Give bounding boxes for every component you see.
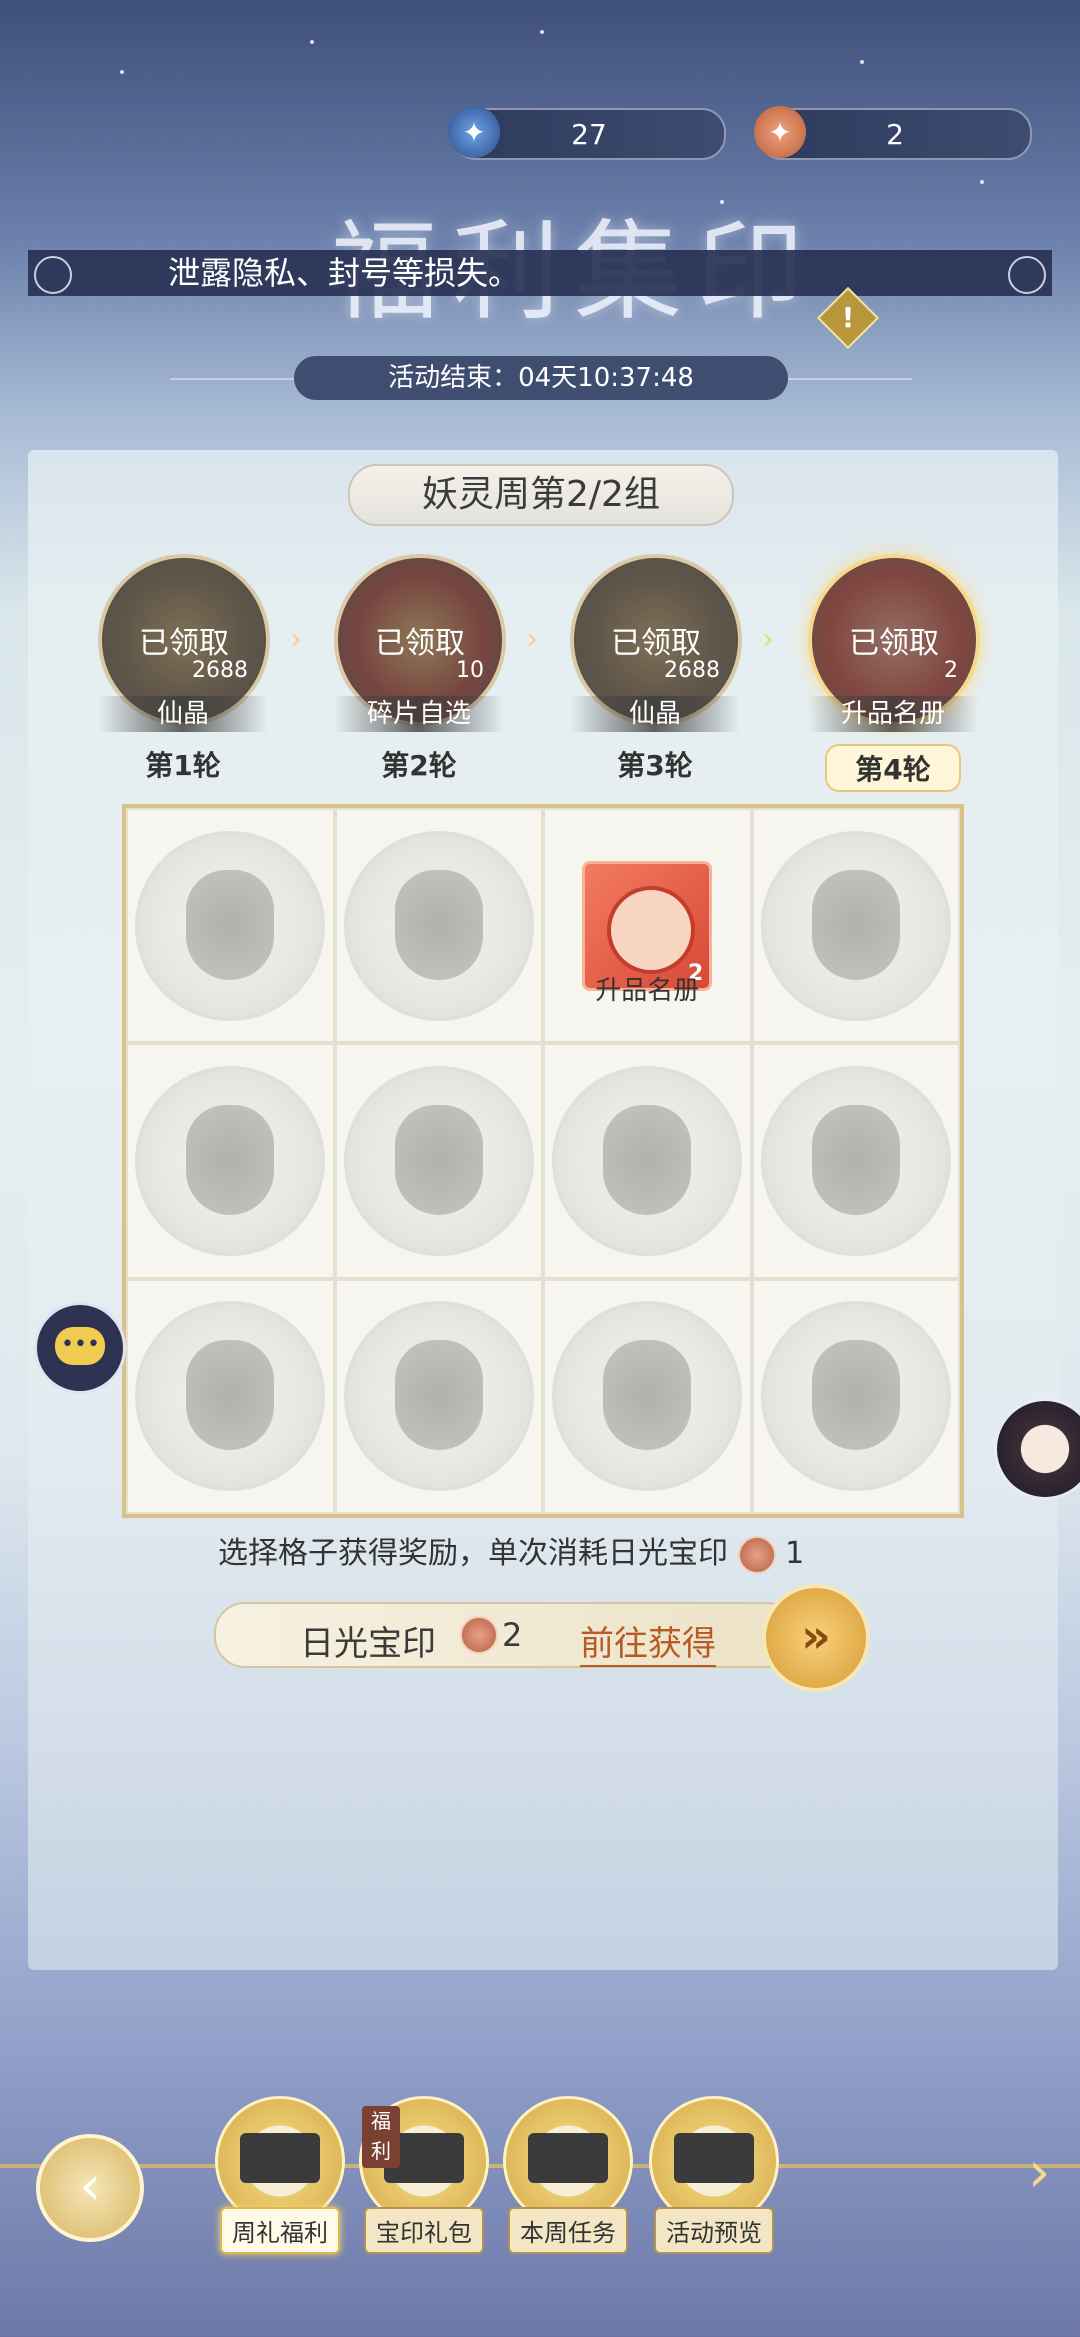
seal-count: 2 <box>502 1616 523 1654</box>
grid-cell[interactable] <box>334 1278 543 1514</box>
orange-currency-count: 2 <box>886 117 904 151</box>
grid-cell[interactable] <box>126 1278 335 1514</box>
grid-cell[interactable] <box>751 808 960 1044</box>
grid-cell[interactable] <box>126 1043 335 1279</box>
reward-name: 碎片自选 <box>334 696 504 732</box>
claimed-label: 已领取 <box>849 626 939 661</box>
background-star <box>310 40 314 44</box>
tab-label: 宝印礼包 <box>364 2207 484 2254</box>
tab-event-preview[interactable]: 活动预览 <box>648 2096 780 2254</box>
info-warning-button[interactable]: ! <box>816 286 880 350</box>
round-4[interactable]: 已领取 2 升品名册 第4轮 <box>808 554 980 792</box>
tab-label: 本周任务 <box>508 2207 628 2254</box>
claimed-label: 已领取 <box>139 626 229 661</box>
seal-bag-icon <box>760 1301 951 1492</box>
round-label-current: 第4轮 <box>825 744 961 792</box>
reward-grid: 2 升品名册 <box>122 804 964 1518</box>
chat-button[interactable]: ••• <box>34 1302 126 1394</box>
seal-balance-bar: 日光宝印 2 前往获得 <box>214 1602 798 1668</box>
seal-bag-icon <box>552 1065 743 1256</box>
hint-cost: 1 <box>785 1536 805 1571</box>
seal-bag-icon <box>343 1301 534 1492</box>
sun-seal-coin-icon: ✦ <box>754 106 806 158</box>
grid-cell[interactable] <box>543 1043 752 1279</box>
timer-line-left <box>170 378 294 380</box>
seal-bag-icon <box>343 830 534 1021</box>
banner-cap-right <box>1008 256 1046 294</box>
round-1[interactable]: 已领取 2688 仙晶 第1轮 <box>98 554 270 784</box>
background-star <box>980 180 984 184</box>
seal-label: 日光宝印 <box>300 1624 436 1664</box>
reward-name: 升品名册 <box>808 696 978 732</box>
back-arrow-icon[interactable]: ‹ <box>36 2134 144 2242</box>
chat-dots: ••• <box>61 1332 100 1357</box>
grid-cell[interactable] <box>334 808 543 1044</box>
reward-name: 升品名册 <box>595 976 700 1006</box>
group-title: 妖灵周第2/2组 <box>348 464 734 526</box>
blue-currency-count: 27 <box>571 117 607 151</box>
grid-cell[interactable] <box>543 1278 752 1514</box>
reward-quantity: 10 <box>456 658 484 683</box>
exclamation-icon: ! <box>841 301 855 334</box>
round-label: 第2轮 <box>381 749 457 782</box>
get-more-link[interactable]: 前往获得 <box>580 1616 716 1667</box>
tab-label: 周礼福利 <box>220 2207 340 2254</box>
seal-bag-icon <box>343 1065 534 1256</box>
background-star <box>540 30 544 34</box>
activity-timer: 活动结束：04天10:37:48 <box>294 356 788 400</box>
tab-weekly-welfare[interactable]: 周礼福利 <box>214 2096 346 2254</box>
hint-text: 选择格子获得奖励，单次消耗日光宝印 <box>218 1536 728 1571</box>
chevron-right-icon: › <box>526 622 538 657</box>
grid-cell[interactable] <box>126 808 335 1044</box>
reward-quantity: 2688 <box>664 658 720 683</box>
claimed-label: 已领取 <box>375 626 465 661</box>
chevron-right-icon: › <box>762 622 774 657</box>
sun-seal-coin-icon <box>460 1616 498 1654</box>
orange-currency-display[interactable]: ✦ 2 <box>754 106 1032 160</box>
reward-quantity: 2688 <box>192 658 248 683</box>
blue-seal-coin-icon: ✦ <box>448 106 500 158</box>
seal-bag-icon <box>135 1301 326 1492</box>
timer-line-right <box>788 378 912 380</box>
reward-quantity: 2 <box>944 658 958 683</box>
chevron-right-icon[interactable]: › <box>1028 2140 1050 2205</box>
notice-banner: 泄露隐私、封号等损失。 <box>28 250 1052 296</box>
cost-hint: 选择格子获得奖励，单次消耗日光宝印 1 <box>218 1528 804 1574</box>
double-chevron-right-icon[interactable]: » <box>762 1584 870 1692</box>
seal-bag-icon <box>552 1301 743 1492</box>
chevron-right-icon: › <box>290 622 302 657</box>
claimed-label: 已领取 <box>611 626 701 661</box>
grid-cell-revealed[interactable]: 2 升品名册 <box>543 808 752 1044</box>
seal-bag-icon <box>135 830 326 1021</box>
grid-cell[interactable] <box>751 1043 960 1279</box>
grid-cell[interactable] <box>751 1278 960 1514</box>
background-star <box>860 60 864 64</box>
tab-label: 活动预览 <box>654 2207 774 2254</box>
seal-bag-icon <box>135 1065 326 1256</box>
grid-cell[interactable] <box>334 1043 543 1279</box>
blue-currency-display[interactable]: ✦ 27 <box>448 106 726 160</box>
reward-name: 仙晶 <box>98 696 268 732</box>
tab-weekly-tasks[interactable]: 本周任务 <box>502 2096 634 2254</box>
notice-text: 泄露隐私、封号等损失。 <box>168 254 521 292</box>
round-label: 第3轮 <box>617 749 693 782</box>
round-3[interactable]: 已领取 2688 仙晶 第3轮 <box>570 554 742 784</box>
sun-seal-coin-icon <box>737 1535 776 1574</box>
seal-bag-icon <box>760 830 951 1021</box>
round-2[interactable]: 已领取 10 碎片自选 第2轮 <box>334 554 506 784</box>
seal-bag-icon <box>760 1065 951 1256</box>
banner-cap-left <box>34 256 72 294</box>
welfare-badge: 福利 <box>362 2106 400 2168</box>
reward-name: 仙晶 <box>570 696 740 732</box>
round-label: 第1轮 <box>145 749 221 782</box>
background-star <box>120 70 124 74</box>
